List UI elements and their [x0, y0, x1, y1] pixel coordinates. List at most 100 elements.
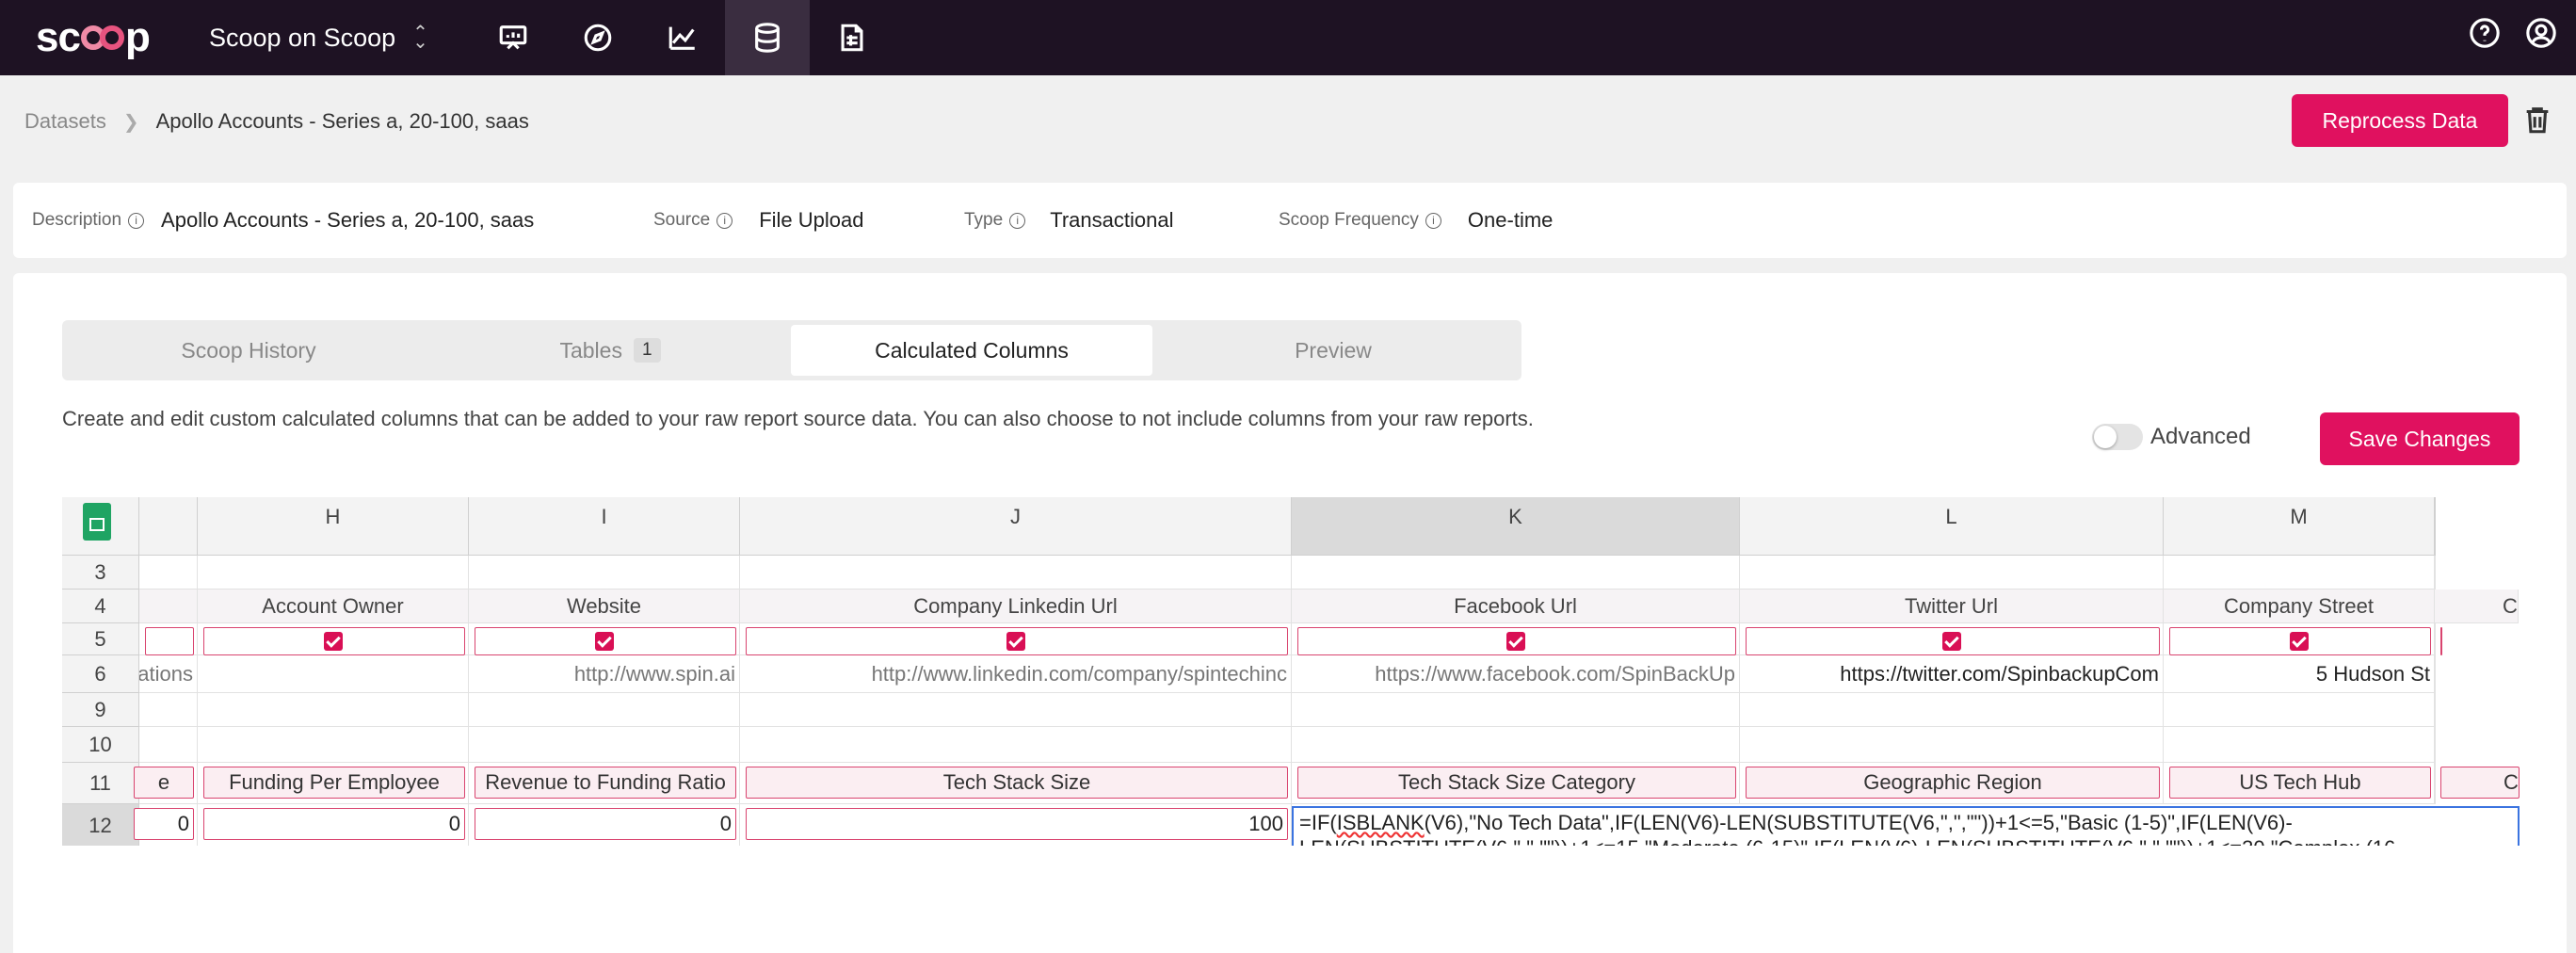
include-column-checkbox[interactable]: [1006, 632, 1025, 651]
column-name-cell[interactable]: Company Linkedin Url: [740, 590, 1292, 623]
table-cell[interactable]: [198, 727, 469, 763]
column-header-i[interactable]: I: [469, 497, 740, 556]
tab-preview[interactable]: Preview: [1152, 325, 1514, 376]
calc-column-name[interactable]: Revenue to Funding Ratio: [475, 767, 736, 799]
calc-column-name[interactable]: Funding Per Employee: [203, 767, 465, 799]
include-column-checkbox[interactable]: [1506, 632, 1525, 651]
column-name-cell[interactable]: Twitter Url: [1740, 590, 2164, 623]
column-header[interactable]: [2435, 497, 2436, 556]
table-cell[interactable]: 5 Hudson St: [2164, 655, 2435, 693]
save-changes-button[interactable]: Save Changes: [2320, 412, 2520, 465]
column-header-h[interactable]: H: [198, 497, 469, 556]
tab-calculated-columns[interactable]: Calculated Columns: [791, 325, 1152, 376]
table-cell[interactable]: [139, 727, 198, 763]
calc-column-name[interactable]: e: [134, 767, 194, 799]
calc-column-name[interactable]: Geographic Region: [1746, 767, 2160, 799]
table-cell[interactable]: [198, 655, 469, 693]
table-cell[interactable]: [1740, 556, 2164, 590]
column-header-l[interactable]: L: [1740, 497, 2164, 556]
advanced-toggle[interactable]: Advanced: [2092, 424, 2251, 450]
table-cell[interactable]: http://www.linkedin.com/company/spintech…: [740, 655, 1292, 693]
spreadsheet[interactable]: H I J K L M 3 4 5 6 9 10 11 12 Account Owner Website Com…: [62, 497, 2520, 846]
row-header-5[interactable]: 5: [62, 623, 139, 655]
table-cell[interactable]: [740, 693, 1292, 727]
calc-column-name[interactable]: C: [2440, 767, 2520, 799]
table-cell[interactable]: [2164, 556, 2435, 590]
column-header-k[interactable]: K: [1292, 497, 1740, 556]
row-header-4[interactable]: 4: [62, 590, 139, 623]
info-icon[interactable]: i: [1009, 212, 1026, 229]
google-sheets-icon[interactable]: [83, 503, 111, 541]
table-cell[interactable]: https://twitter.com/SpinbackupCom: [1740, 655, 2164, 693]
report-icon[interactable]: [810, 0, 894, 75]
calc-column-name[interactable]: US Tech Hub: [2169, 767, 2431, 799]
row-header-6[interactable]: 6: [62, 655, 139, 693]
table-cell[interactable]: [740, 556, 1292, 590]
column-header[interactable]: [139, 497, 198, 556]
row-header-3[interactable]: 3: [62, 556, 139, 590]
calc-value-cell[interactable]: 0: [134, 808, 194, 840]
table-cell[interactable]: [1740, 693, 2164, 727]
table-cell[interactable]: [2435, 556, 2436, 590]
info-icon[interactable]: i: [1425, 212, 1441, 229]
info-icon[interactable]: i: [128, 212, 145, 229]
column-name-cell[interactable]: Facebook Url: [1292, 590, 1740, 623]
column-header-m[interactable]: M: [2164, 497, 2435, 556]
calc-value-cell[interactable]: 0: [203, 808, 465, 840]
tab-tables[interactable]: Tables 1: [429, 325, 791, 376]
calc-value-cell[interactable]: 0: [475, 808, 736, 840]
database-icon[interactable]: [725, 0, 810, 75]
tab-scoop-history[interactable]: Scoop History: [68, 325, 429, 376]
table-cell[interactable]: [2164, 727, 2435, 763]
table-cell[interactable]: ations: [139, 655, 198, 693]
formula-editor[interactable]: =IF(ISBLANK(V6),"No Tech Data",IF(LEN(V6…: [1292, 806, 2520, 846]
table-cell[interactable]: [2435, 693, 2436, 727]
table-cell[interactable]: https://www.facebook.com/SpinBackUp: [1292, 655, 1740, 693]
help-icon[interactable]: [2469, 17, 2501, 54]
workspace-switcher[interactable]: Scoop on Scoop ⌃ ⌄: [209, 17, 428, 58]
scoop-logo[interactable]: sc p: [36, 13, 151, 62]
row-header-10[interactable]: 10: [62, 727, 139, 763]
table-cell[interactable]: [198, 693, 469, 727]
reprocess-data-button[interactable]: Reprocess Data: [2292, 94, 2508, 147]
info-icon[interactable]: i: [716, 212, 733, 229]
toggle-switch[interactable]: [2092, 424, 2143, 450]
column-name-cell[interactable]: Website: [469, 590, 740, 623]
compass-icon[interactable]: [555, 0, 640, 75]
breadcrumb-datasets-link[interactable]: Datasets: [24, 109, 106, 134]
column-name-cell[interactable]: Company Street: [2164, 590, 2435, 623]
calc-column-name[interactable]: Tech Stack Size Category: [1297, 767, 1736, 799]
table-cell[interactable]: [2164, 693, 2435, 727]
table-cell[interactable]: [469, 556, 740, 590]
include-column-checkbox[interactable]: [595, 632, 614, 651]
table-cell[interactable]: [139, 556, 198, 590]
column-header-j[interactable]: J: [740, 497, 1292, 556]
row-header-12[interactable]: 12: [62, 804, 139, 846]
row-header-11[interactable]: 11: [62, 763, 139, 804]
calc-value-cell[interactable]: 100: [746, 808, 1288, 840]
account-icon[interactable]: [2525, 17, 2557, 54]
line-chart-icon[interactable]: [640, 0, 725, 75]
include-column-checkbox[interactable]: [2290, 632, 2309, 651]
table-cell[interactable]: [1292, 727, 1740, 763]
table-cell[interactable]: [139, 590, 198, 623]
column-name-cell[interactable]: C: [2435, 590, 2519, 623]
table-cell[interactable]: [469, 727, 740, 763]
presentation-icon[interactable]: [471, 0, 555, 75]
table-cell[interactable]: http://www.spin.ai: [469, 655, 740, 693]
table-cell[interactable]: [740, 727, 1292, 763]
table-cell[interactable]: [1292, 693, 1740, 727]
include-column-checkbox[interactable]: [324, 632, 343, 651]
table-cell[interactable]: [198, 556, 469, 590]
include-column-checkbox[interactable]: [1942, 632, 1961, 651]
trash-icon[interactable]: [2521, 104, 2553, 140]
calc-column-name[interactable]: Tech Stack Size: [746, 767, 1288, 799]
table-cell[interactable]: [2435, 727, 2436, 763]
row-header-9[interactable]: 9: [62, 693, 139, 727]
table-cell[interactable]: [1740, 727, 2164, 763]
table-cell[interactable]: [139, 693, 198, 727]
table-cell[interactable]: [469, 693, 740, 727]
table-cell[interactable]: [2435, 655, 2436, 693]
table-cell[interactable]: [1292, 556, 1740, 590]
column-name-cell[interactable]: Account Owner: [198, 590, 469, 623]
